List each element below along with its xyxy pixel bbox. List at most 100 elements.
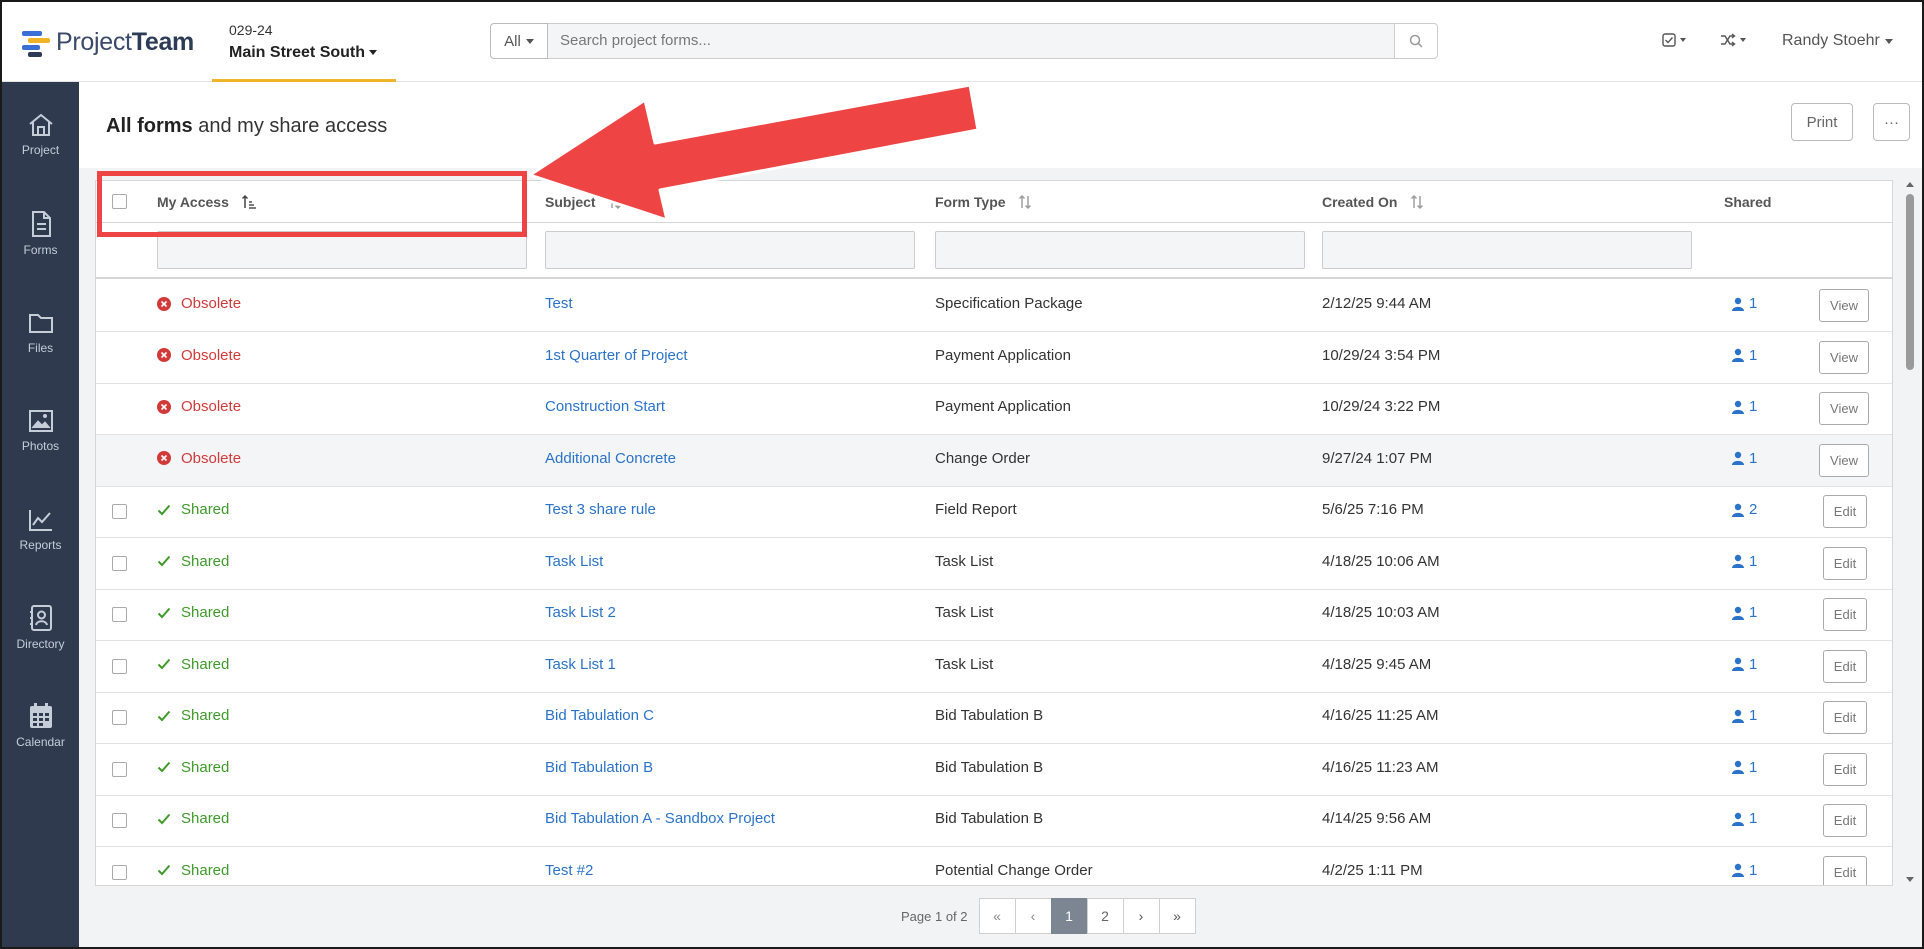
table-row[interactable]: Shared Test #2 Potential Change Order 4/2/2… [96, 847, 1892, 885]
view-button[interactable]: View [1819, 289, 1869, 322]
edit-button[interactable]: Edit [1823, 495, 1867, 528]
sort-icon [1019, 195, 1032, 209]
user-menu[interactable]: Randy Stoehr [1782, 32, 1893, 50]
shared-count-link[interactable]: 1 [1731, 604, 1757, 621]
row-checkbox[interactable] [112, 658, 127, 674]
subject-filter-input[interactable] [545, 231, 915, 269]
subject-link[interactable]: Test [545, 295, 573, 312]
created-on-filter-input[interactable] [1322, 231, 1692, 269]
subject-link[interactable]: Bid Tabulation A - Sandbox Project [545, 810, 775, 827]
column-header-form-type[interactable]: Form Type [935, 194, 1033, 210]
subject-link[interactable]: 1st Quarter of Project [545, 347, 688, 364]
view-button[interactable]: View [1819, 392, 1869, 425]
table-row[interactable]: Shared Bid Tabulation C Bid Tabulation B 4/… [96, 692, 1892, 744]
subject-link[interactable]: Bid Tabulation C [545, 707, 654, 724]
vertical-scrollbar[interactable] [1903, 180, 1917, 886]
edit-button[interactable]: Edit [1823, 598, 1867, 631]
user-icon [1732, 451, 1744, 465]
sidebar-item-reports[interactable]: Reports [2, 507, 79, 552]
sidebar-item-photos[interactable]: Photos [2, 408, 79, 453]
more-options-button[interactable]: ··· [1873, 103, 1910, 141]
edit-button[interactable]: Edit [1823, 752, 1867, 786]
subject-link[interactable]: Test #2 [545, 862, 593, 879]
tasks-menu[interactable] [1662, 33, 1686, 47]
edit-button[interactable]: Edit [1823, 804, 1867, 837]
edit-button[interactable]: Edit [1823, 855, 1867, 885]
sidebar-item-calendar[interactable]: Calendar [2, 702, 79, 749]
user-icon [1732, 657, 1744, 671]
table-row[interactable]: Obsolete Construction Start Payment Applic… [96, 383, 1892, 435]
project-selector[interactable]: 029-24 Main Street South [212, 2, 396, 82]
switch-menu[interactable] [1720, 33, 1746, 47]
sidebar-item-files[interactable]: Files [2, 310, 79, 355]
access-status: Obsolete [157, 347, 241, 364]
search-input[interactable]: Search project forms... [548, 23, 1395, 59]
shared-count-link[interactable]: 1 [1731, 347, 1757, 364]
sidebar-item-directory[interactable]: Directory [2, 604, 79, 651]
first-page-button[interactable]: « [978, 898, 1016, 934]
shared-count-link[interactable]: 1 [1731, 295, 1757, 312]
folder-icon [28, 314, 53, 333]
row-checkbox[interactable] [112, 555, 127, 571]
table-row[interactable]: Shared Task List Task List 4/18/25 10:06 AM… [96, 538, 1892, 590]
row-checkbox[interactable] [112, 761, 127, 777]
previous-page-button[interactable]: ‹ [1014, 898, 1052, 934]
checkmark-icon [157, 555, 171, 567]
sidebar-item-forms[interactable]: Forms [2, 210, 79, 257]
table-row[interactable]: Shared Test 3 share rule Field Report 5/6/2… [96, 486, 1892, 538]
next-page-button[interactable]: › [1122, 898, 1160, 934]
table-row[interactable]: Shared Bid Tabulation B Bid Tabulation B 4/… [96, 744, 1892, 796]
shared-count-link[interactable]: 1 [1731, 656, 1757, 673]
shared-count-link[interactable]: 1 [1731, 759, 1757, 776]
subject-link[interactable]: Task List 2 [545, 604, 616, 621]
subject-link[interactable]: Test 3 share rule [545, 501, 656, 518]
table-row[interactable]: Shared Bid Tabulation A - Sandbox Project… [96, 795, 1892, 847]
scrollbar-thumb[interactable] [1906, 194, 1914, 370]
created-on: 4/18/25 9:45 AM [1322, 655, 1432, 673]
table-row[interactable]: Shared Task List 1 Task List 4/18/25 9:45 A… [96, 641, 1892, 693]
shared-count-link[interactable]: 1 [1731, 707, 1757, 724]
subject-link[interactable]: Task List [545, 553, 603, 570]
subject-link[interactable]: Construction Start [545, 398, 665, 415]
created-on: 5/6/25 7:16 PM [1322, 501, 1424, 518]
last-page-button[interactable]: » [1158, 898, 1196, 934]
table-row[interactable]: Obsolete Additional Concrete Change Order 9… [96, 434, 1892, 487]
page-button-1[interactable]: 1 [1050, 898, 1088, 934]
shared-count-link[interactable]: 1 [1731, 862, 1757, 879]
table-row[interactable]: Obsolete Test Specification Package 2/12/25… [96, 280, 1892, 332]
shared-count-link[interactable]: 1 [1731, 810, 1757, 827]
table-row[interactable]: Shared Task List 2 Task List 4/18/25 10:03 … [96, 589, 1892, 641]
shared-count-link[interactable]: 2 [1731, 501, 1757, 518]
app-logo[interactable]: ProjectTeam [22, 28, 194, 57]
access-status: Shared [157, 604, 229, 621]
checkmark-icon [157, 761, 171, 773]
search-scope-dropdown[interactable]: All [490, 23, 548, 59]
shared-count-link[interactable]: 1 [1731, 398, 1757, 415]
form-type-filter-input[interactable] [935, 231, 1305, 269]
view-button[interactable]: View [1819, 340, 1869, 374]
sidebar-item-project[interactable]: Project [2, 112, 79, 157]
subject-link[interactable]: Bid Tabulation B [545, 759, 653, 776]
column-header-created-on[interactable]: Created On [1322, 194, 1425, 210]
page-button-2[interactable]: 2 [1086, 898, 1124, 934]
subject-link[interactable]: Task List 1 [545, 656, 616, 673]
row-checkbox[interactable] [112, 864, 127, 880]
edit-button[interactable]: Edit [1823, 649, 1867, 683]
edit-button[interactable]: Edit [1823, 701, 1867, 734]
subject-link[interactable]: Additional Concrete [545, 450, 676, 467]
shared-count-link[interactable]: 1 [1731, 553, 1757, 570]
checkmark-icon [157, 710, 171, 721]
table-row[interactable]: Obsolete 1st Quarter of Project Payment Ap… [96, 332, 1892, 384]
created-on: 4/18/25 10:06 AM [1322, 552, 1440, 570]
print-button[interactable]: Print [1791, 103, 1853, 141]
view-button[interactable]: View [1819, 443, 1869, 477]
error-circle-icon [157, 399, 171, 414]
row-checkbox[interactable] [112, 710, 127, 725]
edit-button[interactable]: Edit [1823, 546, 1867, 580]
row-checkbox[interactable] [112, 813, 127, 828]
shared-count-link[interactable]: 1 [1731, 450, 1757, 467]
search-button[interactable] [1395, 23, 1438, 59]
column-header-subject[interactable]: Subject [545, 194, 623, 210]
row-checkbox[interactable] [112, 504, 127, 519]
row-checkbox[interactable] [112, 607, 127, 622]
